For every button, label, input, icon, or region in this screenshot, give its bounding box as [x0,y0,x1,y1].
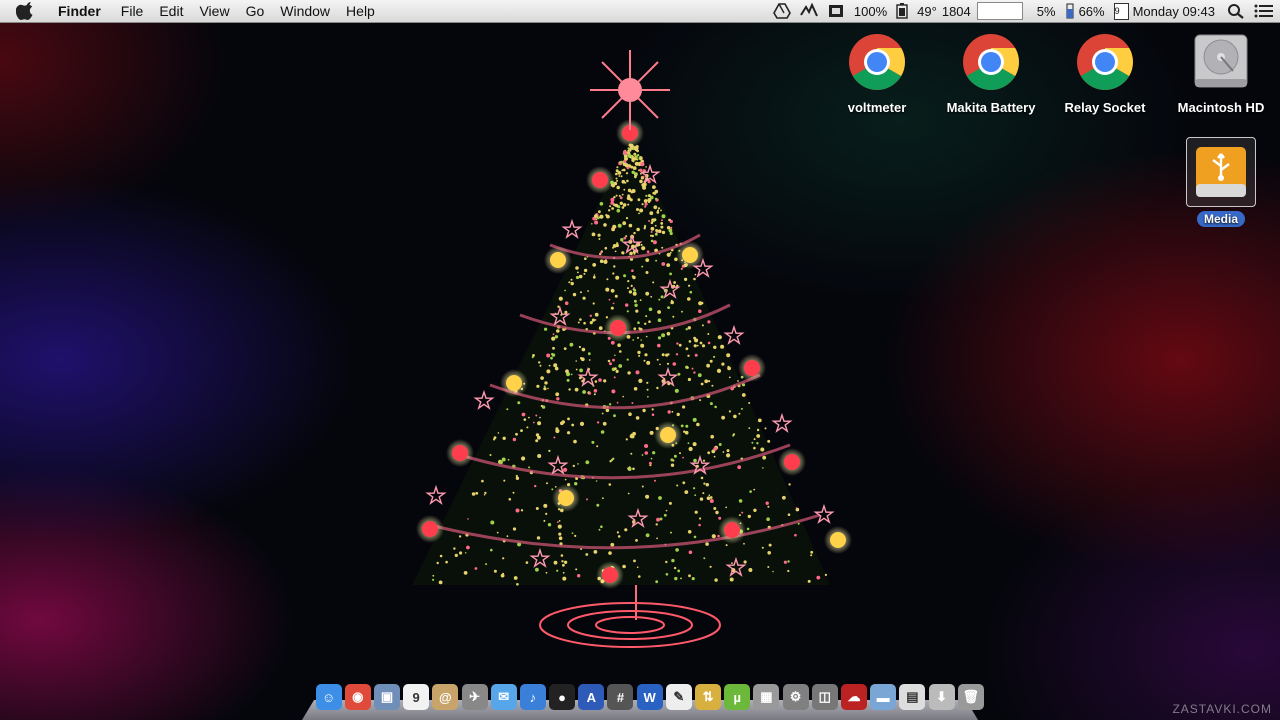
dock-item-utorrent[interactable]: µ [724,684,751,710]
desktop-icon-label: voltmeter [847,100,907,115]
dock-item-downloads-stack[interactable]: ▤ [899,684,926,710]
svg-text:★: ★ [550,304,570,329]
menu-go[interactable]: Go [238,0,273,22]
chrome-icon [849,34,905,90]
christmas-tree-art: ★ ★ ★ ★ ★ ★ ★ ★ ★ ★ ★ ★ ★ ★ ★ ★ ★ ★ [412,50,852,648]
spotlight-search-icon[interactable] [1227,3,1245,19]
svg-text:★: ★ [562,217,582,242]
desktop-icon-label: Macintosh HD [1177,100,1265,115]
dock-item-trash[interactable]: 🗑 [957,684,984,710]
dock-item-weather[interactable]: ☁ [840,684,867,710]
google-drive-icon[interactable] [772,3,791,19]
dock-icons: ☺ ◉ ▣ 9 @ ✈ ✉ ♪ ● A # W ✎ ⇅ µ ▦ ⚙ ◫ ☁ ▬ ▤ ⬇ 🗑 [314,684,985,710]
battery-left-percent[interactable]: 100% [854,4,887,19]
desktop-icon-label: Makita Battery [946,100,1036,115]
desktop-icon-voltmeter[interactable]: voltmeter [822,33,932,115]
usb-drive-icon [1196,147,1246,197]
svg-text:★: ★ [622,232,642,257]
selection-highlight [1186,137,1256,207]
svg-text:★: ★ [640,162,660,187]
chrome-icon [1077,34,1133,90]
svg-text:★: ★ [772,411,792,436]
svg-text:★: ★ [658,365,678,390]
dock-item-downloads-folder[interactable]: ⬇ [928,684,955,710]
menu-finder[interactable]: Finder [50,0,109,22]
svg-text:★: ★ [724,323,744,348]
memory-icon[interactable] [1065,3,1075,19]
dock-item-photo-booth[interactable]: ● [549,684,576,710]
desktop-icon-macintosh-hd[interactable]: Macintosh HD [1166,31,1276,115]
dock-item-itunes[interactable]: ♪ [519,684,546,710]
dock-item-ical[interactable]: 9 [403,684,430,710]
temperature-readout[interactable]: 49° [917,4,937,19]
status-menus: 100% 49° 1804 5% 66% 9 Monday 09:43 [764,0,1274,22]
dock-item-documents-folder[interactable]: ▬ [870,684,897,710]
svg-text:★: ★ [814,502,834,527]
apple-logo-icon[interactable] [16,1,36,21]
fan-rpm-readout[interactable]: 1804 [942,4,971,19]
menu-edit[interactable]: Edit [151,0,191,22]
notification-center-icon[interactable] [1254,3,1274,19]
svg-text:★: ★ [660,277,680,302]
desktop-icon-label: Media [1196,211,1245,227]
watermark: ZASTAVKI.COM [1172,702,1272,716]
dock-item-app-store[interactable]: A [578,684,605,710]
desktop-icon-makita-battery[interactable]: Makita Battery [936,33,1046,115]
dock-item-messages[interactable]: ✉ [490,684,517,710]
chrome-icon [963,34,1019,90]
dock-item-word[interactable]: W [636,684,663,710]
memory-usage-percent[interactable]: 66% [1079,4,1105,19]
menu-help[interactable]: Help [338,0,383,22]
svg-text:★: ★ [726,555,746,580]
svg-text:★: ★ [530,546,550,571]
dock-item-cyberduck[interactable]: ⇅ [695,684,722,710]
clock[interactable]: Monday 09:43 [1133,4,1215,19]
menu-bar: Finder File Edit View Go Window Help 100… [0,0,1280,23]
svg-text:★: ★ [474,388,494,413]
dock-item-photo-app[interactable]: ▦ [753,684,780,710]
film-icon[interactable] [827,3,845,19]
dock-item-chrome[interactable]: ◉ [344,684,371,710]
cpu-graph[interactable] [976,2,1023,20]
svg-text:★: ★ [578,365,598,390]
dock-item-textedit[interactable]: ✎ [665,684,692,710]
svg-text:★: ★ [628,506,648,531]
menu-file[interactable]: File [113,0,152,22]
desktop-icon-media[interactable]: Media [1166,137,1276,227]
desktop-icon-relay-socket[interactable]: Relay Socket [1050,33,1160,115]
hard-drive-icon [1194,34,1248,88]
bird-icon[interactable] [800,3,818,19]
dock-item-preview[interactable]: ▣ [373,684,400,710]
desktop-icon-label: Relay Socket [1064,100,1146,115]
dock: ☺ ◉ ▣ 9 @ ✈ ✉ ♪ ● A # W ✎ ⇅ µ ▦ ⚙ ◫ ☁ ▬ ▤ ⬇ 🗑 [302,684,984,720]
menu-view[interactable]: View [191,0,237,22]
calendar-icon[interactable]: 9 [1113,2,1129,20]
dock-item-grab[interactable]: ◫ [811,684,838,710]
svg-text:★: ★ [548,453,568,478]
dock-item-finder[interactable]: ☺ [315,684,342,710]
svg-text:★: ★ [690,453,710,478]
dock-item-system-prefs[interactable]: ⚙ [782,684,809,710]
dock-item-calculator[interactable]: # [607,684,634,710]
cpu-usage-percent[interactable]: 5% [1037,4,1056,19]
dock-item-launchpad[interactable]: ✈ [461,684,488,710]
svg-text:★: ★ [426,483,446,508]
dock-item-address-book[interactable]: @ [432,684,459,710]
menu-window[interactable]: Window [272,0,338,22]
battery-icon[interactable] [896,3,908,19]
svg-text:★: ★ [693,256,713,281]
